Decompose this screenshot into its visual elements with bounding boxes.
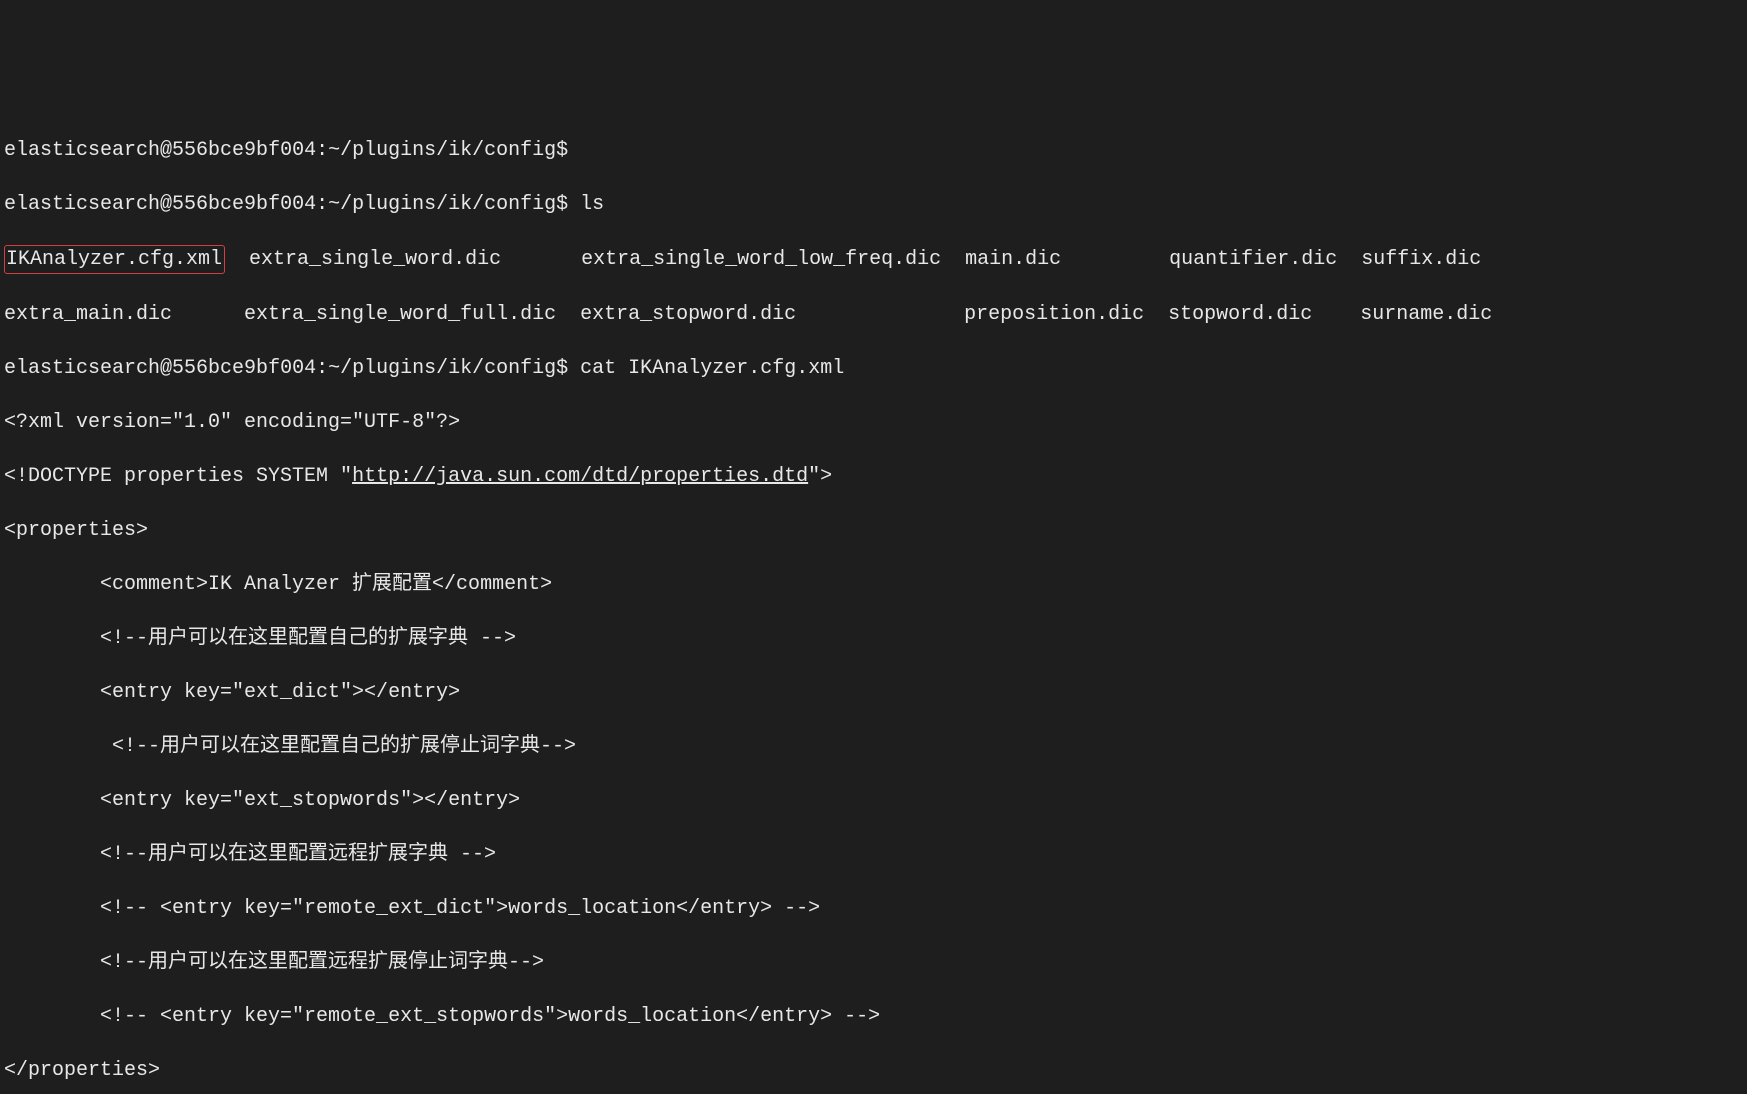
- xml-comment: <!--用户可以在这里配置远程扩展字典 -->: [4, 841, 1743, 868]
- file: extra_stopword.dic: [580, 303, 796, 326]
- file: extra_main.dic: [4, 303, 172, 326]
- xml-entry: <entry key="ext_dict"></entry>: [4, 679, 1743, 706]
- xml-doctype: <!DOCTYPE properties SYSTEM "http://java…: [4, 463, 1743, 490]
- prompt-line: elasticsearch@556bce9bf004:~/plugins/ik/…: [4, 137, 1743, 164]
- file: extra_single_word.dic: [249, 248, 501, 271]
- file: extra_single_word_low_freq.dic: [581, 248, 941, 271]
- xml-comment: <comment>IK Analyzer 扩展配置</comment>: [4, 571, 1743, 598]
- prompt-sigil: $: [556, 139, 568, 162]
- xml-tag: </properties>: [4, 1057, 1743, 1084]
- xml-comment: <!--用户可以在这里配置远程扩展停止词字典-->: [4, 949, 1743, 976]
- xml-comment: <!--用户可以在这里配置自己的扩展停止词字典-->: [4, 733, 1743, 760]
- xml-entry: <!-- <entry key="remote_ext_stopwords">w…: [4, 1003, 1743, 1030]
- ls-row-2: extra_main.dic extra_single_word_full.dic…: [4, 301, 1743, 328]
- file: stopword.dic: [1168, 303, 1312, 326]
- file: preposition.dic: [964, 303, 1144, 326]
- xml-entry: <!-- <entry key="remote_ext_dict">words_…: [4, 895, 1743, 922]
- file-highlighted: IKAnalyzer.cfg.xml: [4, 245, 225, 274]
- prompt-line: elasticsearch@556bce9bf004:~/plugins/ik/…: [4, 355, 1743, 382]
- prompt-host: 556bce9bf004: [172, 139, 316, 162]
- terminal-output[interactable]: elasticsearch@556bce9bf004:~/plugins/ik/…: [4, 110, 1743, 1094]
- xml-decl: <?xml version="1.0" encoding="UTF-8"?>: [4, 409, 1743, 436]
- xml-comment: <!--用户可以在这里配置自己的扩展字典 -->: [4, 625, 1743, 652]
- file: main.dic: [965, 248, 1061, 271]
- prompt-path: ~/plugins/ik/config: [328, 139, 556, 162]
- doctype-url: http://java.sun.com/dtd/properties.dtd: [352, 465, 808, 488]
- command-ls: ls: [580, 193, 604, 216]
- file: surname.dic: [1360, 303, 1492, 326]
- prompt-user: elasticsearch: [4, 139, 160, 162]
- prompt-line: elasticsearch@556bce9bf004:~/plugins/ik/…: [4, 191, 1743, 218]
- file: quantifier.dic: [1169, 248, 1337, 271]
- ls-row-1: IKAnalyzer.cfg.xml extra_single_word.dic e…: [4, 245, 1743, 274]
- command-cat: cat IKAnalyzer.cfg.xml: [580, 357, 844, 380]
- xml-entry: <entry key="ext_stopwords"></entry>: [4, 787, 1743, 814]
- file: suffix.dic: [1361, 248, 1481, 271]
- xml-tag: <properties>: [4, 517, 1743, 544]
- file: extra_single_word_full.dic: [244, 303, 556, 326]
